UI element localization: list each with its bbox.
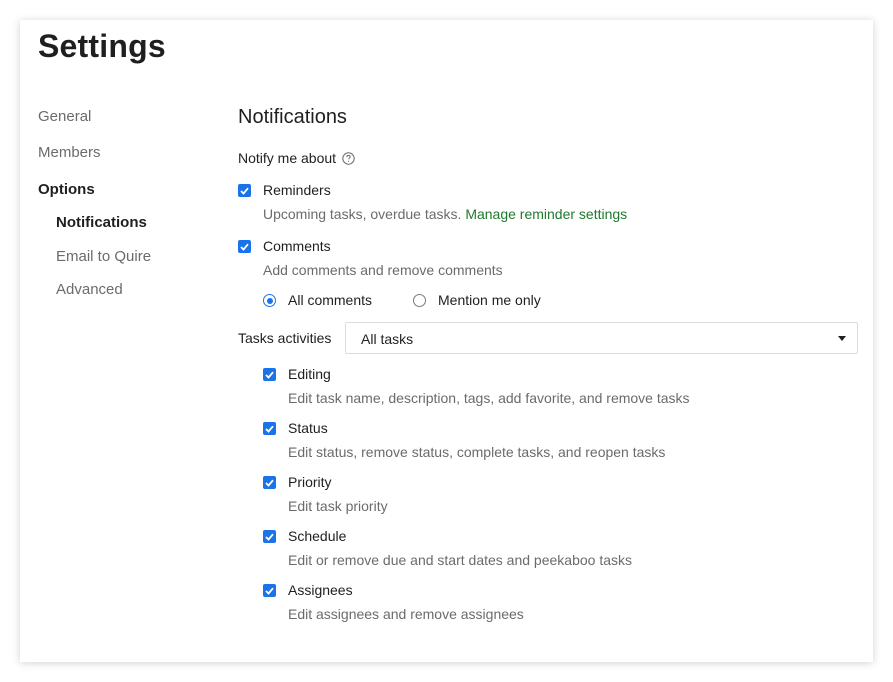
comments-label: Comments [263,238,331,254]
tasks-activities-label: Tasks activities [238,330,332,346]
status-label: Status [288,420,328,436]
sidebar-item-options[interactable]: Options [38,181,95,198]
schedule-checkbox[interactable] [263,530,276,543]
priority-label: Priority [288,474,332,490]
reminders-description: Upcoming tasks, overdue tasks. Manage re… [263,206,627,222]
editing-description: Edit task name, description, tags, add f… [288,390,690,406]
checkmark-icon [265,371,274,379]
checkmark-icon [265,479,274,487]
status-checkbox[interactable] [263,422,276,435]
caret-down-icon [838,336,846,341]
comments-checkbox[interactable] [238,240,251,253]
schedule-label: Schedule [288,528,347,544]
schedule-description: Edit or remove due and start dates and p… [288,552,632,568]
sidebar-item-notifications[interactable]: Notifications [56,214,147,231]
checkmark-icon [265,587,274,595]
notify-me-about-label: Notify me about [238,150,337,166]
settings-card: Settings General Members Options Notific… [20,20,873,662]
manage-reminder-settings-link[interactable]: Manage reminder settings [465,206,627,222]
reminders-checkbox[interactable] [238,184,251,197]
assignees-label: Assignees [288,582,353,598]
question-circle-icon[interactable] [342,151,355,165]
status-description: Edit status, remove status, complete tas… [288,444,666,460]
sidebar-item-general[interactable]: General [38,108,91,125]
sidebar-item-members[interactable]: Members [38,144,101,161]
all-comments-label: All comments [288,292,373,308]
page-title: Settings [38,28,166,64]
assignees-description: Edit assignees and remove assignees [288,606,524,622]
tasks-activities-select[interactable]: All tasks [345,322,858,354]
checkmark-icon [240,243,249,251]
mention-me-only-label: Mention me only [438,292,541,308]
checkmark-icon [265,533,274,541]
editing-checkbox[interactable] [263,368,276,381]
notify-me-about-row: Notify me about [238,150,355,166]
mention-me-only-radio[interactable] [413,294,426,307]
reminders-label: Reminders [263,182,331,198]
checkmark-icon [240,187,249,195]
all-comments-radio[interactable] [263,294,276,307]
comments-description: Add comments and remove comments [263,262,503,278]
checkmark-icon [265,425,274,433]
editing-label: Editing [288,366,331,382]
priority-description: Edit task priority [288,498,388,514]
assignees-checkbox[interactable] [263,584,276,597]
reminders-description-text: Upcoming tasks, overdue tasks. [263,206,462,222]
notifications-heading: Notifications [238,106,347,128]
priority-checkbox[interactable] [263,476,276,489]
sidebar-item-email-to-quire[interactable]: Email to Quire [56,248,151,265]
sidebar-item-advanced[interactable]: Advanced [56,281,123,298]
tasks-activities-select-value: All tasks [361,331,414,347]
